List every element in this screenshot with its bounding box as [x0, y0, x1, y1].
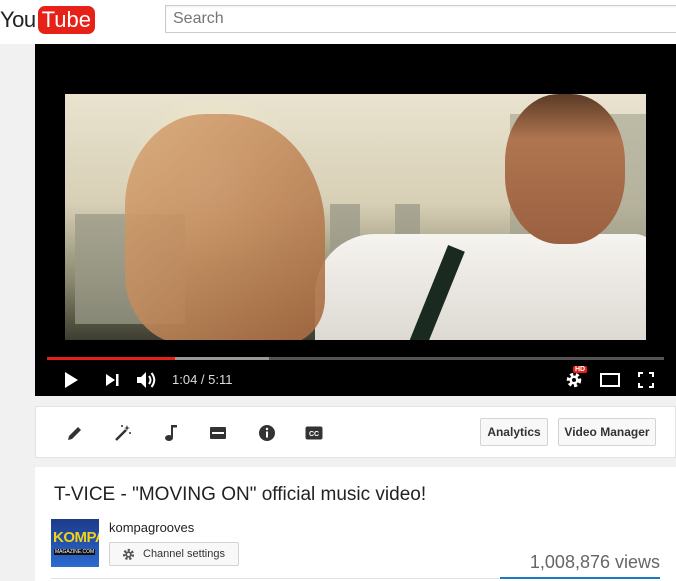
magic-wand-icon[interactable] — [112, 422, 134, 444]
logo-tube-text: Tube — [37, 6, 95, 34]
video-frame[interactable] — [65, 94, 646, 340]
creator-toolbar: CC Analytics Video Manager — [35, 406, 676, 458]
youtube-logo[interactable]: You Tube — [0, 6, 95, 34]
theater-mode-icon[interactable] — [598, 370, 622, 390]
video-title: T-VICE - "MOVING ON" official music vide… — [54, 484, 427, 505]
player-controls: 1:04 / 5:11 HD — [35, 364, 676, 396]
volume-icon[interactable] — [135, 370, 159, 390]
views-underline — [500, 577, 660, 579]
progress-played — [47, 357, 175, 360]
video-info-panel: T-VICE - "MOVING ON" official music vide… — [35, 467, 676, 581]
video-player[interactable]: 1:04 / 5:11 HD — [35, 44, 676, 396]
time-display: 1:04 / 5:11 — [172, 372, 233, 387]
search-input[interactable] — [165, 5, 676, 33]
progress-bar[interactable] — [47, 357, 664, 360]
channel-settings-label: Channel settings — [143, 548, 225, 560]
play-icon[interactable] — [61, 370, 81, 390]
masthead: You Tube — [0, 0, 676, 44]
info-icon[interactable] — [256, 422, 278, 444]
hd-badge: HD — [573, 366, 588, 373]
cc-icon-text: CC — [309, 431, 319, 438]
logo-you-text: You — [0, 7, 36, 32]
view-count: 1,008,876 views — [529, 552, 660, 572]
pencil-icon[interactable] — [64, 422, 86, 444]
next-icon[interactable] — [102, 370, 122, 390]
analytics-button[interactable]: Analytics — [480, 418, 548, 446]
music-note-icon[interactable] — [160, 422, 182, 444]
cc-icon[interactable]: CC — [303, 422, 325, 444]
video-manager-button[interactable]: Video Manager — [558, 418, 656, 446]
avatar-logo-text: KOMPA — [53, 529, 99, 546]
settings-icon[interactable]: HD — [563, 366, 588, 390]
gear-icon — [122, 548, 135, 561]
video-subject-head — [505, 94, 625, 244]
fullscreen-icon[interactable] — [635, 370, 657, 390]
channel-name-link[interactable]: kompagrooves — [109, 520, 194, 535]
video-subject-arm — [125, 114, 325, 340]
card-icon[interactable] — [207, 422, 229, 444]
channel-settings-button[interactable]: Channel settings — [109, 542, 239, 566]
video-subject-shirt — [315, 234, 646, 340]
avatar-logo-subtext: MAGAZINE.COM — [54, 549, 96, 555]
channel-avatar[interactable]: KOMPA MAGAZINE.COM — [51, 519, 99, 567]
